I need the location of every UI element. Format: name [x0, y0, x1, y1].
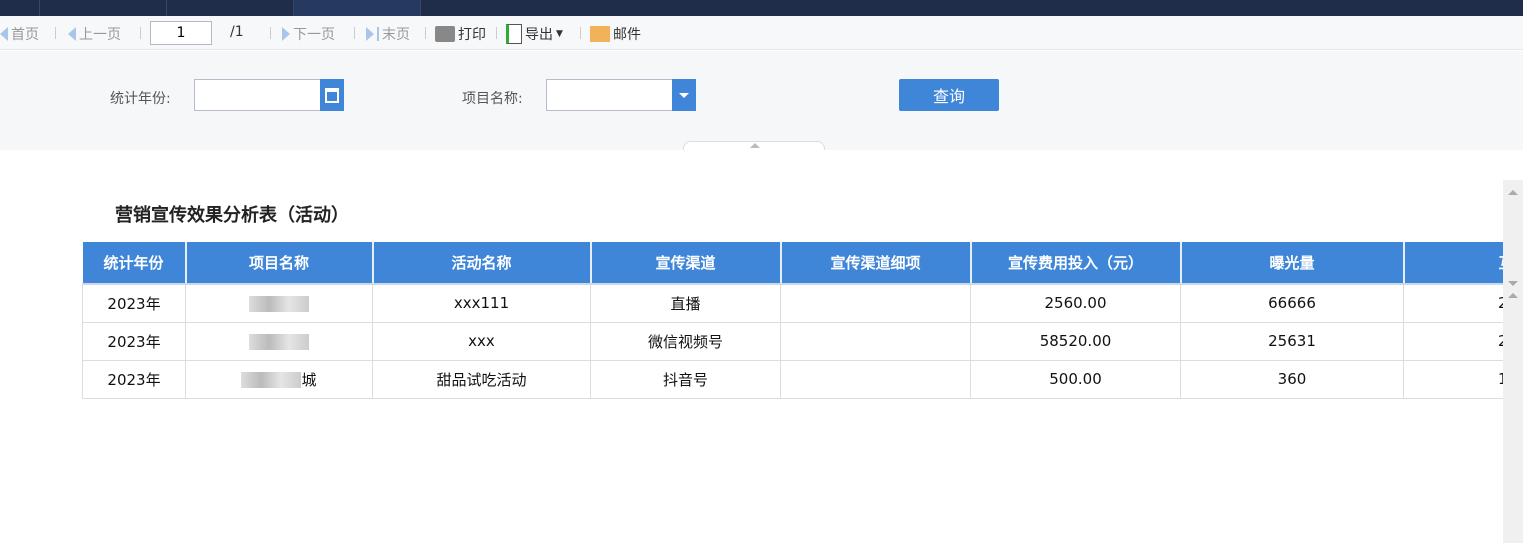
table-cell: 58520.00 [970, 321, 1181, 361]
table-cell: 2 [1403, 321, 1503, 361]
vertical-scrollbar[interactable] [1503, 180, 1523, 543]
export-button[interactable]: 导出 ▼ [506, 24, 563, 44]
report-table: 统计年份项目名称活动名称宣传渠道宣传渠道细项宣传费用投入（元）曝光量互 2023… [82, 242, 1503, 402]
table-cell: 2023年 [82, 359, 186, 399]
chevron-down-icon [679, 92, 689, 98]
column-header: 项目名称 [185, 242, 374, 285]
table-cell: 66666 [1180, 283, 1404, 323]
project-name: 城 [301, 370, 317, 389]
calendar-icon [325, 87, 339, 103]
divider [55, 27, 56, 39]
column-header: 曝光量 [1180, 242, 1405, 285]
tab-1[interactable] [40, 0, 167, 16]
total-pages-label: /1 [230, 24, 244, 40]
prev-page-icon [68, 27, 76, 41]
table-cell [185, 321, 373, 361]
table-cell: 微信视频号 [590, 321, 781, 361]
top-tab-bar [0, 0, 1523, 16]
prev-page-button[interactable]: 上一页 [68, 24, 121, 44]
prev-page-label: 上一页 [79, 27, 121, 43]
print-button[interactable]: 打印 [435, 24, 486, 44]
tab-3[interactable] [294, 0, 421, 16]
divider [270, 27, 271, 39]
first-page-icon [0, 27, 8, 41]
chevron-down-icon: ▼ [556, 29, 563, 39]
column-header: 互 [1403, 242, 1503, 285]
project-select[interactable] [546, 79, 696, 111]
table-row: 2023年 xxx 微信视频号 58520.00 25631 2 [82, 321, 1503, 361]
first-page-label: 首页 [11, 27, 39, 43]
table-cell: 2560.00 [970, 283, 1181, 323]
last-page-icon [366, 27, 374, 41]
query-button[interactable]: 查询 [899, 79, 999, 111]
table-cell: 抖音号 [590, 359, 781, 399]
home-tab[interactable] [0, 0, 40, 16]
scroll-down-icon[interactable] [1508, 281, 1518, 286]
divider [354, 27, 355, 39]
table-cell [185, 283, 373, 323]
divider [425, 27, 426, 39]
report-toolbar: 首页 上一页 /1 下一页 末页 打印 导出▼ 邮件 [0, 16, 1523, 50]
table-cell [780, 321, 971, 361]
divider [140, 27, 141, 39]
last-page-label: 末页 [382, 27, 410, 43]
column-header: 宣传渠道 [590, 242, 782, 285]
redacted-mosaic [241, 372, 302, 388]
column-header: 宣传渠道细项 [780, 242, 972, 285]
last-page-bar [377, 27, 379, 41]
dropdown-button[interactable] [672, 79, 696, 111]
table-cell: 甜品试吃活动 [372, 359, 591, 399]
export-label: 导出 [525, 27, 553, 43]
mail-label: 邮件 [613, 27, 641, 43]
table-cell: 直播 [590, 283, 781, 323]
calendar-button[interactable] [320, 79, 344, 111]
table-row: 2023年 xxx111 直播 2560.00 66666 2 [82, 283, 1503, 323]
mail-icon [590, 26, 610, 42]
report-title: 营销宣传效果分析表（活动） [115, 205, 349, 226]
project-label: 项目名称: [462, 91, 523, 107]
redacted-mosaic [249, 333, 309, 350]
scroll-up-icon[interactable] [1508, 293, 1518, 298]
table-cell: 2023年 [82, 321, 186, 361]
table-cell: 500.00 [970, 359, 1181, 399]
divider [496, 27, 497, 39]
mail-button[interactable]: 邮件 [590, 24, 641, 44]
table-cell: 1 [1403, 359, 1503, 399]
table-cell [780, 359, 971, 399]
divider [580, 27, 581, 39]
table-cell [780, 283, 971, 323]
table-cell: 城 [185, 359, 373, 399]
table-cell: xxx111 [372, 283, 591, 323]
export-icon [506, 24, 522, 44]
total-pages: /1 [230, 24, 244, 40]
table-cell: 25631 [1180, 321, 1404, 361]
column-header: 宣传费用投入（元） [970, 242, 1182, 285]
year-field[interactable] [194, 79, 344, 111]
next-page-label: 下一页 [293, 27, 335, 43]
last-page-button[interactable]: 末页 [366, 24, 410, 44]
next-page-icon [282, 27, 290, 41]
column-header: 活动名称 [372, 242, 592, 285]
first-page-button[interactable]: 首页 [0, 24, 39, 44]
filter-panel: 统计年份: 项目名称: 查询 [0, 51, 1523, 150]
scroll-up-icon[interactable] [1508, 190, 1518, 195]
printer-icon [435, 26, 455, 42]
table-cell: 360 [1180, 359, 1404, 399]
table-row: 2023年 城 甜品试吃活动 抖音号 500.00 360 1 [82, 359, 1503, 399]
table-cell: xxx [372, 321, 591, 361]
tab-2[interactable] [167, 0, 294, 16]
table-cell: 2023年 [82, 283, 186, 323]
table-cell: 2 [1403, 283, 1503, 323]
print-label: 打印 [458, 27, 486, 43]
collapse-filter-toggle[interactable] [683, 141, 825, 150]
redacted-mosaic [249, 295, 309, 312]
page-number-input[interactable] [150, 21, 212, 45]
column-header: 统计年份 [82, 242, 187, 285]
year-label: 统计年份: [110, 91, 171, 107]
next-page-button[interactable]: 下一页 [282, 24, 335, 44]
